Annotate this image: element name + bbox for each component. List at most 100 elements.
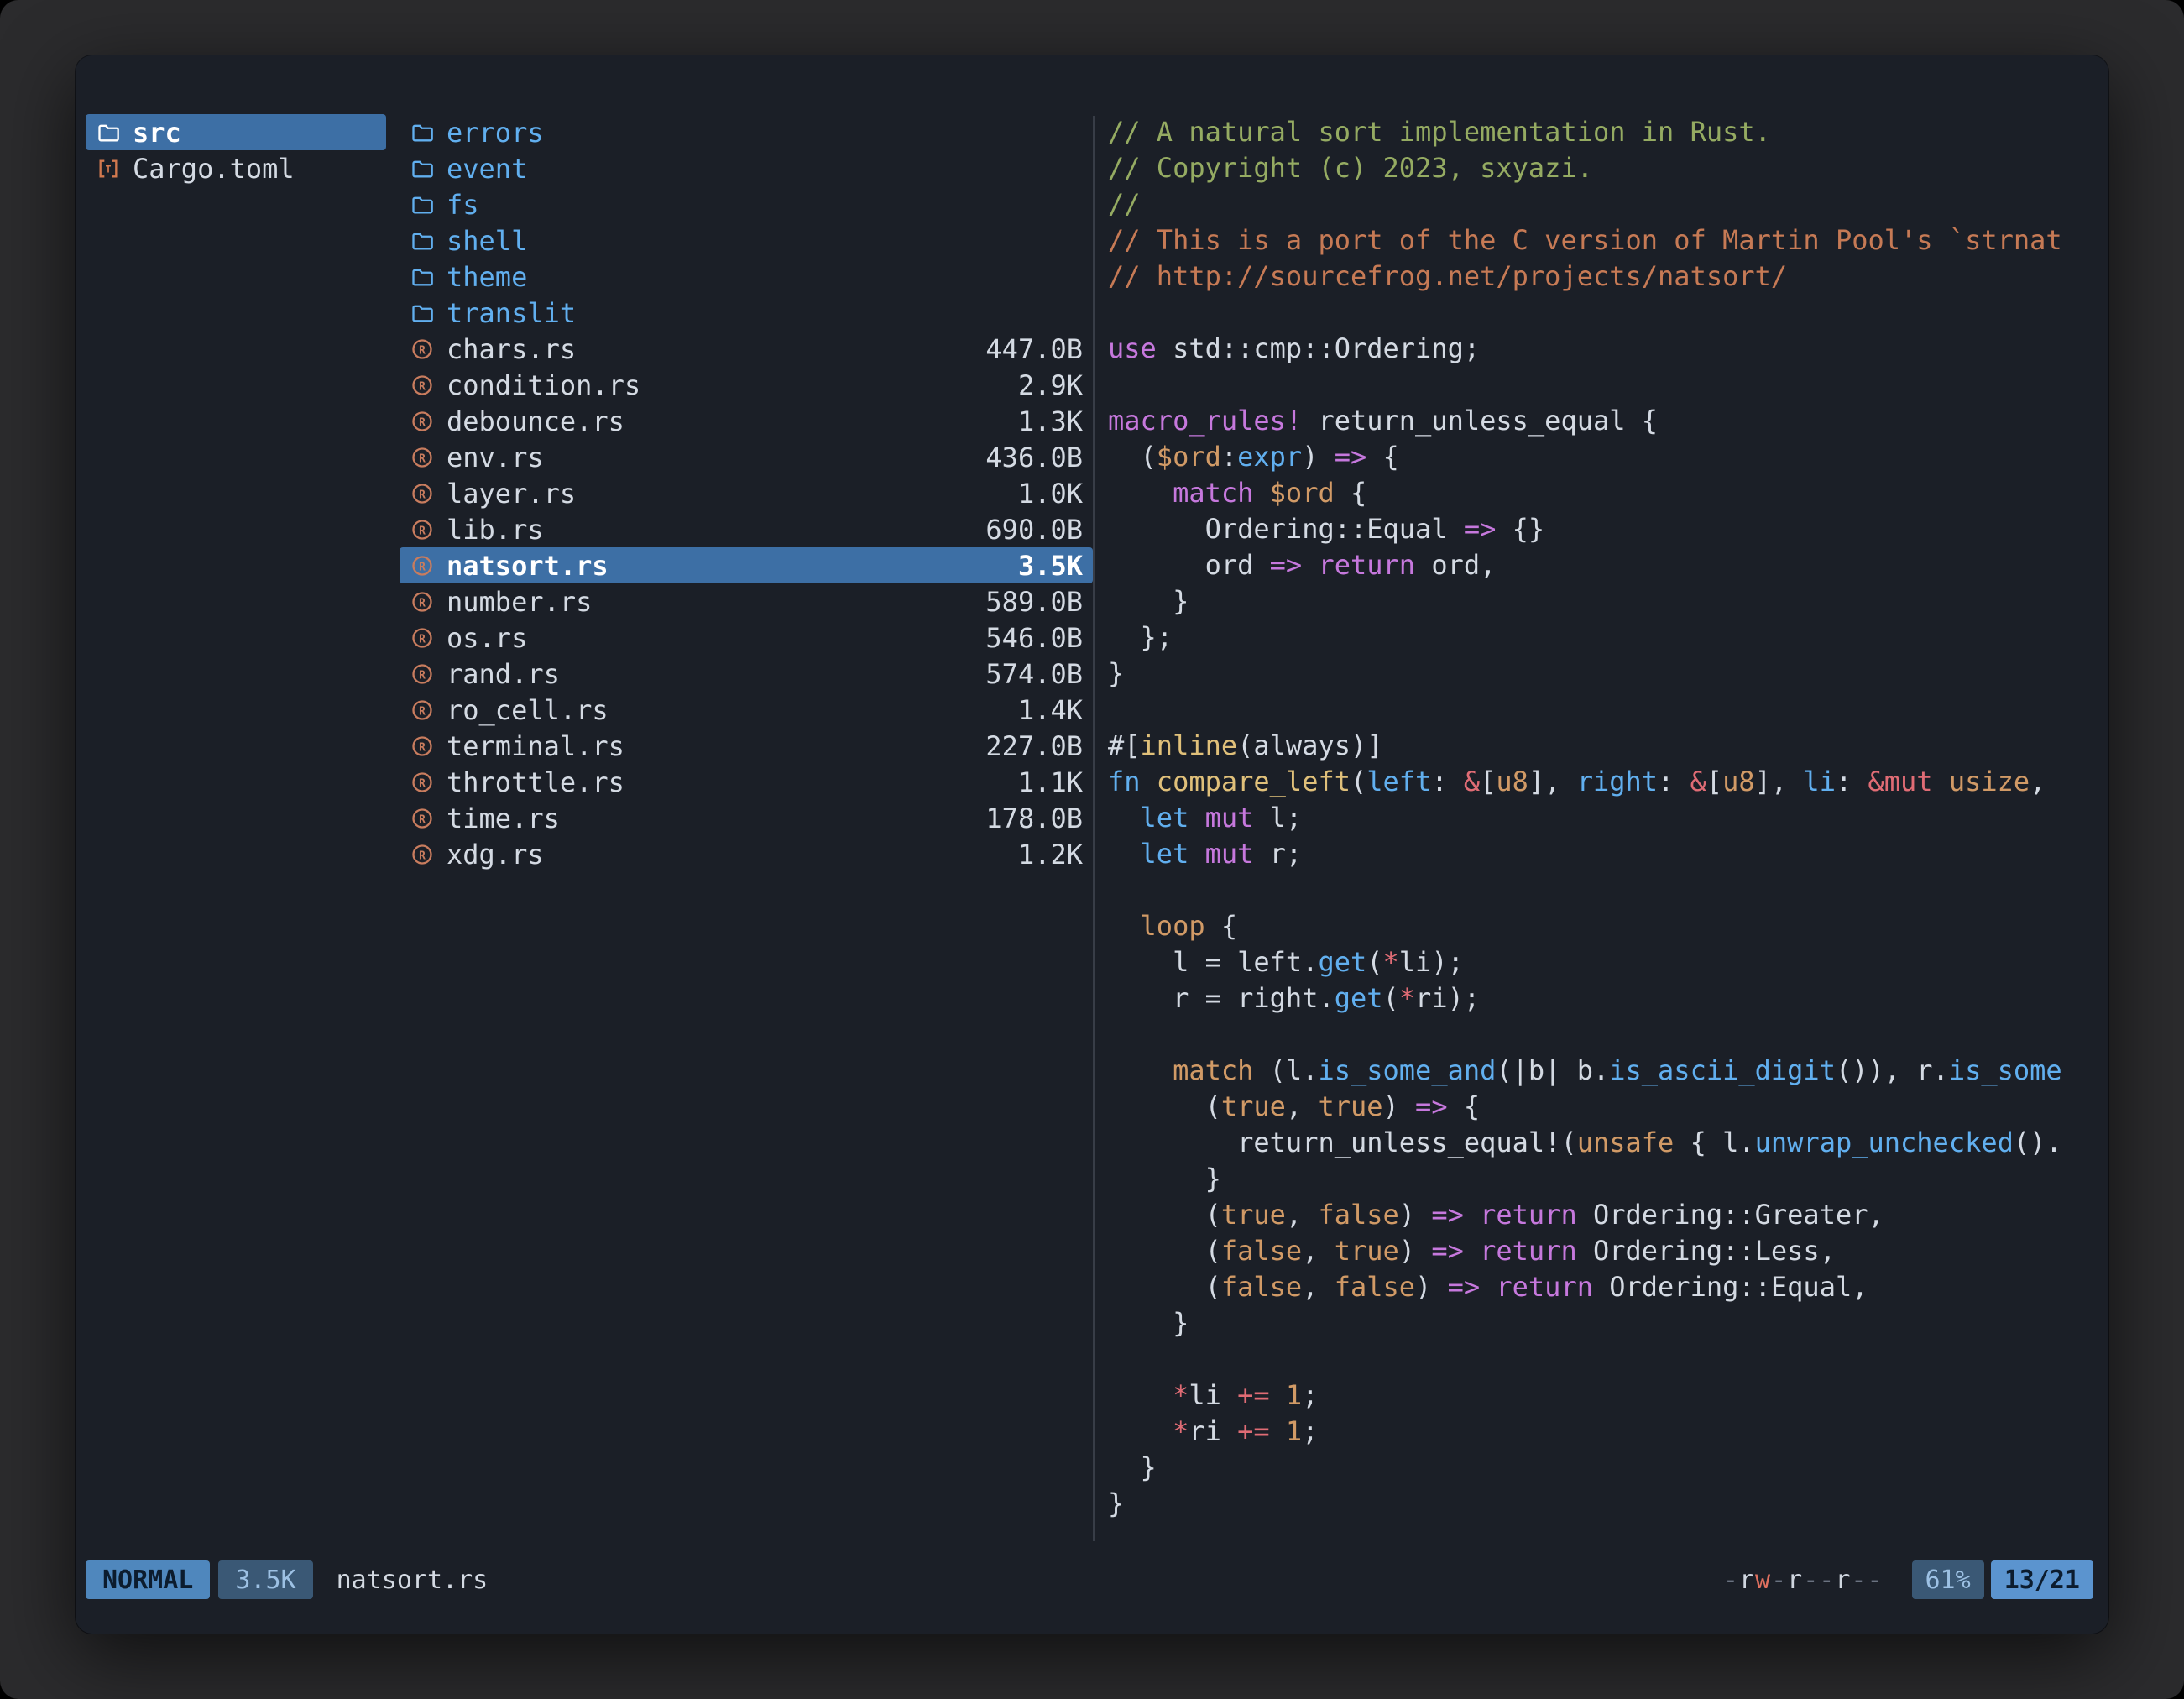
code-line: } xyxy=(1108,1305,2093,1341)
entry-name: translit xyxy=(447,297,576,329)
dir-row[interactable]: shell xyxy=(400,222,1093,259)
file-row[interactable]: Rlayer.rs1.0K xyxy=(400,475,1093,511)
size-badge: 3.5K xyxy=(218,1560,312,1599)
toml-file-icon: T xyxy=(96,156,121,181)
file-row[interactable]: Rdebounce.rs1.3K xyxy=(400,403,1093,439)
code-line: macro_rules! return_unless_equal { xyxy=(1108,403,2093,439)
code-line: match $ord { xyxy=(1108,475,2093,511)
entry-size: 1.0K xyxy=(1018,478,1083,510)
file-row[interactable]: Rthrottle.rs1.1K xyxy=(400,764,1093,800)
file-row[interactable]: Rxdg.rs 1.2K xyxy=(400,836,1093,872)
entry-name: os.rs xyxy=(447,622,527,654)
svg-text:R: R xyxy=(419,633,426,646)
entry-name: xdg.rs xyxy=(447,839,544,870)
parent-pane[interactable]: srcTCargo.toml xyxy=(86,114,386,1548)
mode-badge: NORMAL xyxy=(86,1560,210,1599)
code-line: } xyxy=(1108,1161,2093,1197)
code-line: (false, false) => return Ordering::Equal… xyxy=(1108,1269,2093,1305)
entry-name: fs xyxy=(447,189,479,221)
entry-size: 546.0B xyxy=(985,622,1083,654)
entry-size: 690.0B xyxy=(985,514,1083,546)
file-row[interactable]: Rtime.rs 178.0B xyxy=(400,800,1093,836)
file-row[interactable]: Ros.rs 546.0B xyxy=(400,619,1093,656)
code-line: return_unless_equal!(unsafe { l.unwrap_u… xyxy=(1108,1125,2093,1161)
position-badge: 13/21 xyxy=(1991,1560,2093,1599)
code-line: (true, true) => { xyxy=(1108,1089,2093,1125)
entry-size: 436.0B xyxy=(985,442,1083,473)
file-row[interactable]: Rro_cell.rs1.4K xyxy=(400,692,1093,728)
dir-row[interactable]: fs xyxy=(400,186,1093,222)
current-pane[interactable]: errorseventfsshellthemetranslitRchars.rs… xyxy=(400,114,1093,1548)
code-line: ord => return ord, xyxy=(1108,547,2093,583)
code-line: // This is a port of the C version of Ma… xyxy=(1108,222,2093,259)
dir-row[interactable]: theme xyxy=(400,259,1093,295)
svg-text:R: R xyxy=(419,705,426,718)
entry-size: 1.3K xyxy=(1018,405,1083,437)
entry-name: natsort.rs xyxy=(447,550,609,582)
rust-file-icon: R xyxy=(410,373,435,398)
folder-icon xyxy=(410,301,435,326)
rust-file-icon: R xyxy=(410,806,435,831)
code-line: } xyxy=(1108,656,2093,692)
file-row[interactable]: Rcondition.rs 2.9K xyxy=(400,367,1093,403)
code-line xyxy=(1108,367,2093,403)
entry-name: time.rs xyxy=(447,802,560,834)
file-row[interactable]: Rnatsort.rs3.5K xyxy=(400,547,1093,583)
code-line: } xyxy=(1108,1450,2093,1486)
dir-row[interactable]: src xyxy=(86,114,386,150)
rust-file-icon: R xyxy=(410,553,435,578)
dir-row[interactable]: event xyxy=(400,150,1093,186)
entry-size: 2.9K xyxy=(1018,369,1083,401)
rust-file-icon: R xyxy=(410,337,435,362)
code-line: (false, true) => return Ordering::Less, xyxy=(1108,1233,2093,1269)
code-line: } xyxy=(1108,1486,2093,1522)
rust-file-icon: R xyxy=(410,734,435,759)
entry-name: layer.rs xyxy=(447,478,576,510)
entry-name: condition.rs xyxy=(447,369,640,401)
rust-file-icon: R xyxy=(410,842,435,867)
rust-file-icon: R xyxy=(410,770,435,795)
file-row[interactable]: Rrand.rs574.0B xyxy=(400,656,1093,692)
code-preview[interactable]: // A natural sort implementation in Rust… xyxy=(1095,114,2093,1548)
percent-badge: 61% xyxy=(1912,1560,1984,1599)
code-line: // Copyright (c) 2023, sxyazi. xyxy=(1108,150,2093,186)
permissions: -rw-r--r-- xyxy=(1723,1566,1884,1595)
svg-text:T: T xyxy=(105,163,111,175)
rust-file-icon: R xyxy=(410,445,435,470)
code-line xyxy=(1108,1017,2093,1053)
code-line: // xyxy=(1108,186,2093,222)
dir-row[interactable]: errors xyxy=(400,114,1093,150)
svg-text:R: R xyxy=(419,525,426,537)
folder-icon xyxy=(410,156,435,181)
entry-name: rand.rs xyxy=(447,658,560,690)
file-row[interactable]: Rchars.rs 447.0B xyxy=(400,331,1093,367)
entry-size: 178.0B xyxy=(985,802,1083,834)
code-line: ($ord:expr) => { xyxy=(1108,439,2093,475)
folder-icon xyxy=(96,120,121,145)
entry-name: theme xyxy=(447,261,527,293)
entry-size: 447.0B xyxy=(985,333,1083,365)
dir-row[interactable]: translit xyxy=(400,295,1093,331)
file-row[interactable]: Rlib.rs 690.0B xyxy=(400,511,1093,547)
folder-icon xyxy=(410,228,435,254)
entry-name: chars.rs xyxy=(447,333,576,365)
entry-size: 1.2K xyxy=(1018,839,1083,870)
file-row[interactable]: Rterminal.rs227.0B xyxy=(400,728,1093,764)
file-row[interactable]: Renv.rs436.0B xyxy=(400,439,1093,475)
code-line: }; xyxy=(1108,619,2093,656)
code-line: // A natural sort implementation in Rust… xyxy=(1108,114,2093,150)
status-filename: natsort.rs xyxy=(337,1566,489,1595)
entry-size: 1.4K xyxy=(1018,694,1083,726)
rust-file-icon: R xyxy=(410,661,435,687)
entry-name: debounce.rs xyxy=(447,405,624,437)
svg-text:R: R xyxy=(419,344,426,357)
entry-name: terminal.rs xyxy=(447,730,624,762)
file-row[interactable]: Rnumber.rs589.0B xyxy=(400,583,1093,619)
code-line: let mut l; xyxy=(1108,800,2093,836)
svg-text:R: R xyxy=(419,813,426,826)
status-bar: NORMAL 3.5K natsort.rs -rw-r--r-- 61% 13… xyxy=(86,1558,2093,1602)
file-row[interactable]: TCargo.toml xyxy=(86,150,386,186)
code-line: fn compare_left(left: &[u8], right: &[u8… xyxy=(1108,764,2093,800)
entry-name: lib.rs xyxy=(447,514,544,546)
svg-text:R: R xyxy=(419,741,426,754)
